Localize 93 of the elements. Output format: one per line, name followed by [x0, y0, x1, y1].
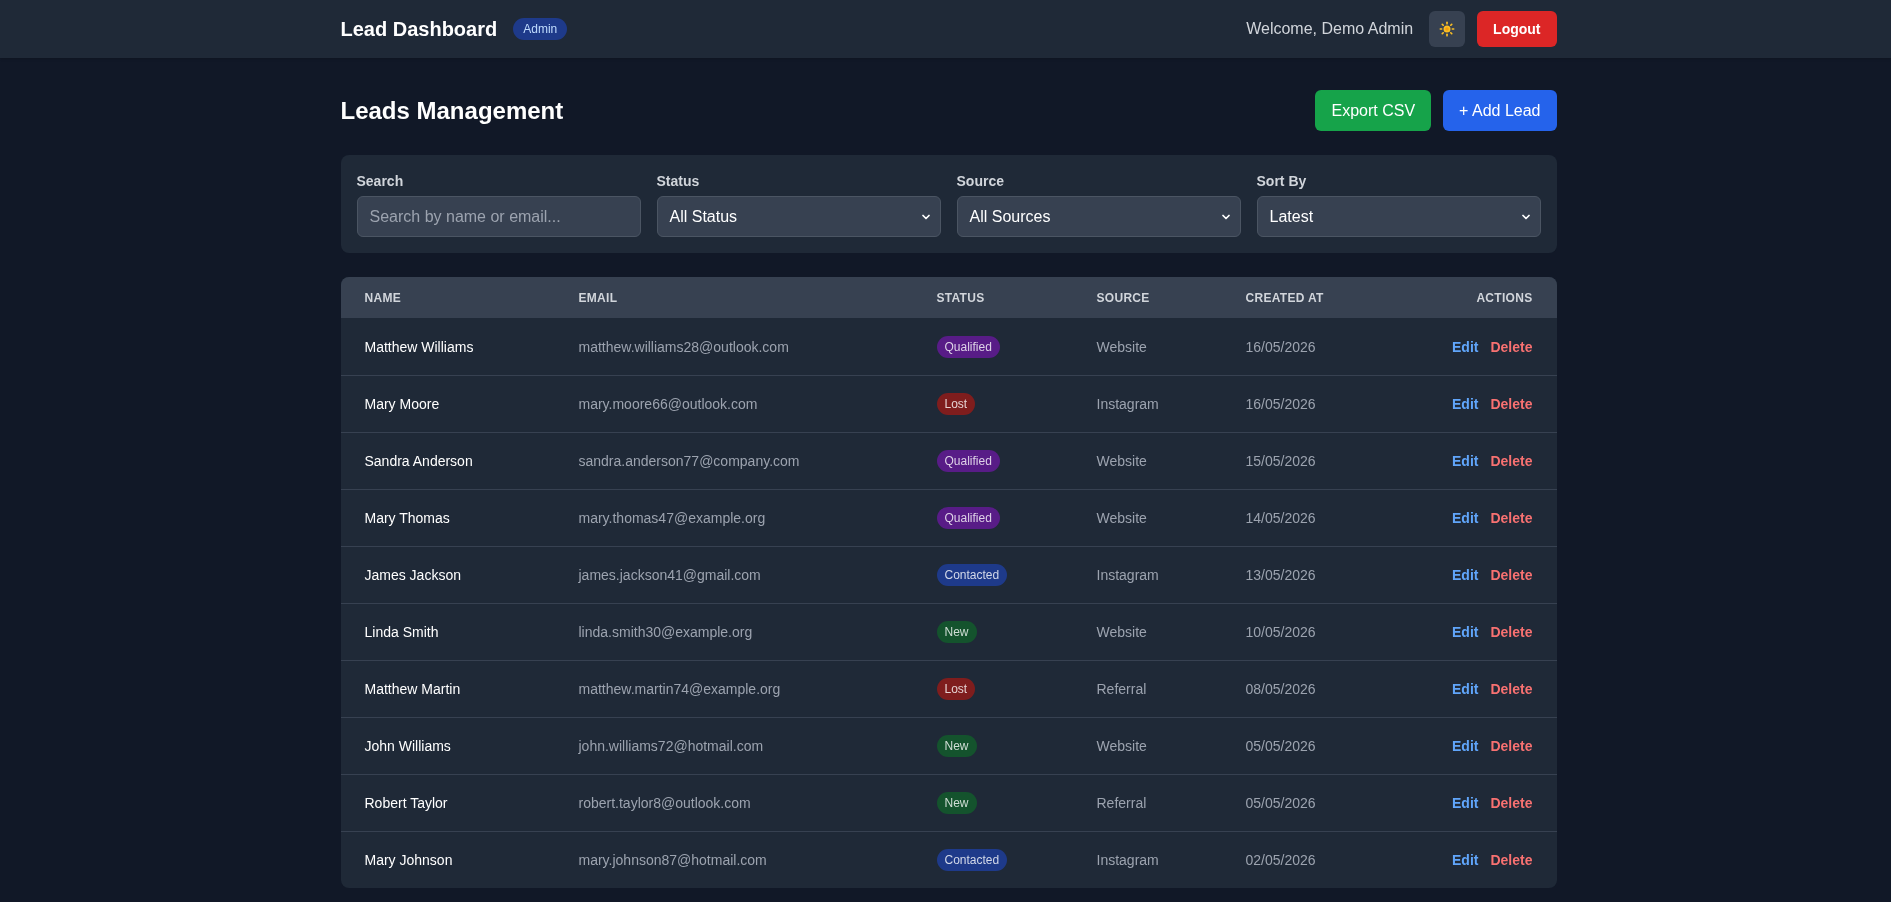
email-text: matthew.williams28@outlook.com — [578, 337, 789, 357]
name-text: Matthew Martin — [364, 680, 461, 699]
filter-label: Source — [956, 172, 1004, 191]
email-text: john.williams72@hotmail.com — [578, 737, 764, 756]
status-badge: New — [936, 792, 977, 814]
status-badge: Lost — [936, 393, 976, 415]
delete-link[interactable]: Delete — [1490, 451, 1533, 471]
edit-link[interactable]: Edit — [1452, 565, 1479, 585]
edit-link[interactable]: Edit — [1452, 736, 1479, 756]
app-title: Lead Dashboard — [340, 17, 498, 42]
date-text: 10/05/2026 — [1245, 623, 1316, 642]
column-header: EMAIL — [578, 289, 618, 306]
export-csv-button[interactable]: Export CSV — [1315, 90, 1432, 131]
delete-link[interactable]: Delete — [1490, 736, 1533, 756]
delete-link[interactable]: Delete — [1490, 508, 1533, 528]
name-text: Sandra Anderson — [364, 452, 473, 471]
email-text: james.jackson41@gmail.com — [578, 566, 761, 585]
delete-link[interactable]: Delete — [1490, 394, 1533, 414]
delete-link[interactable]: Delete — [1490, 679, 1533, 699]
source-text: Website — [1096, 509, 1147, 528]
edit-link[interactable]: Edit — [1452, 336, 1479, 357]
welcome-text: Welcome, Demo Admin — [1246, 19, 1414, 39]
source-text: Instagram — [1096, 851, 1159, 870]
status-badge: New — [936, 735, 977, 757]
email-text: sandra.anderson77@company.com — [578, 452, 800, 471]
theme-toggle-button[interactable] — [1429, 11, 1466, 47]
source-text: Website — [1096, 737, 1147, 756]
source-text: Instagram — [1096, 566, 1159, 585]
delete-link[interactable]: Delete — [1490, 850, 1533, 870]
add-lead-button[interactable]: + Add Lead — [1443, 90, 1557, 131]
name-text: Matthew Williams — [364, 337, 474, 357]
column-header: STATUS — [936, 289, 985, 306]
name-text: Mary Johnson — [364, 851, 453, 870]
name-text: James Jackson — [364, 566, 461, 585]
edit-link[interactable]: Edit — [1452, 622, 1479, 642]
edit-link[interactable]: Edit — [1452, 451, 1479, 471]
name-text: Mary Thomas — [364, 509, 450, 528]
name-text: Linda Smith — [364, 623, 439, 642]
email-text: matthew.martin74@example.org — [578, 680, 781, 699]
dropdown-select[interactable]: All Status — [656, 196, 941, 237]
delete-link[interactable]: Delete — [1490, 622, 1533, 642]
filter-label: Search — [356, 172, 404, 191]
status-badge: Qualified — [936, 450, 1000, 472]
date-text: 02/05/2026 — [1245, 851, 1316, 870]
date-text: 05/05/2026 — [1245, 737, 1316, 756]
date-text: 08/05/2026 — [1245, 680, 1316, 699]
email-text: mary.johnson87@hotmail.com — [578, 851, 767, 870]
email-text: robert.taylor8@outlook.com — [578, 794, 751, 813]
source-text: Referral — [1096, 794, 1147, 813]
date-text: 13/05/2026 — [1245, 566, 1316, 585]
source-text: Website — [1096, 452, 1147, 471]
date-text: 16/05/2026 — [1245, 337, 1316, 357]
logout-button[interactable]: Logout — [1477, 11, 1557, 47]
column-header: NAME — [364, 289, 402, 306]
status-badge: Qualified — [936, 335, 1000, 358]
name-text: Robert Taylor — [364, 794, 448, 813]
edit-link[interactable]: Edit — [1452, 850, 1479, 870]
date-text: 15/05/2026 — [1245, 452, 1316, 471]
page-title: Leads Management — [340, 95, 564, 126]
column-header: CREATED AT — [1245, 289, 1324, 306]
search-field[interactable]: Search by name or email... — [356, 196, 641, 237]
role-badge: Admin — [513, 18, 568, 40]
email-text: mary.moore66@outlook.com — [578, 395, 758, 414]
filter-label: Sort By — [1256, 172, 1307, 191]
status-badge: Lost — [936, 678, 976, 700]
edit-link[interactable]: Edit — [1452, 394, 1479, 414]
source-text: Referral — [1096, 680, 1147, 699]
status-badge: Contacted — [936, 564, 1008, 586]
edit-link[interactable]: Edit — [1452, 508, 1479, 528]
source-text: Website — [1096, 623, 1147, 642]
edit-link[interactable]: Edit — [1452, 679, 1479, 699]
name-text: Mary Moore — [364, 395, 440, 414]
status-badge: New — [936, 621, 977, 643]
email-text: mary.thomas47@example.org — [578, 509, 766, 528]
date-text: 16/05/2026 — [1245, 395, 1316, 414]
date-text: 14/05/2026 — [1245, 509, 1316, 528]
delete-link[interactable]: Delete — [1490, 336, 1533, 357]
sun-icon — [1439, 21, 1456, 37]
column-header: SOURCE — [1096, 289, 1150, 306]
edit-link[interactable]: Edit — [1452, 793, 1479, 813]
status-badge: Qualified — [936, 507, 1000, 529]
source-text: Instagram — [1096, 395, 1159, 414]
column-header: ACTIONS — [1476, 289, 1533, 306]
delete-link[interactable]: Delete — [1490, 565, 1533, 585]
source-text: Website — [1096, 337, 1147, 357]
status-badge: Contacted — [936, 849, 1008, 871]
delete-link[interactable]: Delete — [1490, 793, 1533, 813]
dropdown-select[interactable]: All Sources — [956, 196, 1241, 237]
email-text: linda.smith30@example.org — [578, 623, 753, 642]
date-text: 05/05/2026 — [1245, 794, 1316, 813]
name-text: John Williams — [364, 737, 451, 756]
dropdown-select[interactable]: Latest — [1256, 196, 1541, 237]
filter-label: Status — [656, 172, 700, 191]
